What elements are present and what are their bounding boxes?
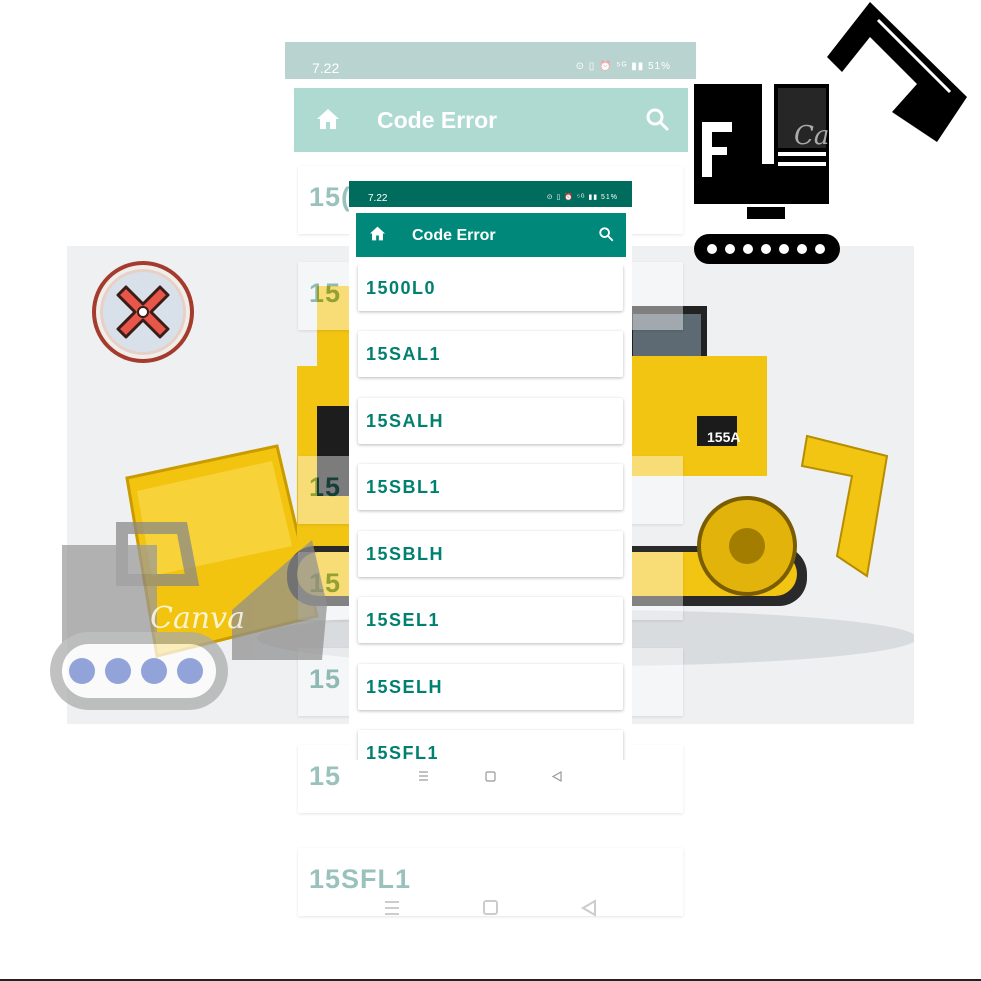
canva-watermark: Ca xyxy=(794,121,829,151)
list-item[interactable]: 15SFL1 xyxy=(358,730,623,760)
app-bar: Code Error xyxy=(356,213,626,257)
status-bar: 7.22 ⊙ ▯ ⏰ ⁵ᴳ ▮▮ 51% xyxy=(349,181,632,207)
back-icon[interactable] xyxy=(581,899,596,917)
error-code: 15SALH xyxy=(366,411,445,431)
list-item[interactable]: 15SEL1 xyxy=(358,597,623,643)
menu-icon[interactable] xyxy=(385,901,399,915)
status-time: 7.22 xyxy=(312,60,340,76)
error-code: 15 xyxy=(309,472,342,502)
bulldozer-outline-icon: Canva xyxy=(42,520,342,725)
error-code: 15SFL1 xyxy=(309,864,412,894)
error-code: 15SEL1 xyxy=(366,610,441,630)
error-code: 15( xyxy=(309,182,352,212)
canva-watermark: Canva xyxy=(150,601,245,636)
home-button-icon[interactable] xyxy=(485,771,496,782)
list-item[interactable]: 1500L0 xyxy=(358,265,623,311)
error-code: 15SAL1 xyxy=(366,344,442,364)
error-code: 15SELH xyxy=(366,677,444,697)
list-item[interactable]: 15SBLH xyxy=(358,531,623,577)
search-icon[interactable] xyxy=(646,108,670,137)
status-icons: ⊙ ▯ ⏰ ⁵ᴳ ▮▮ 51% xyxy=(575,61,671,72)
app-bar: Code Error xyxy=(294,88,688,152)
error-code: 15SBLH xyxy=(366,544,445,564)
back-icon[interactable] xyxy=(551,770,562,783)
list-item[interactable]: 15SALH xyxy=(358,398,623,444)
status-icons: ⊙ ▯ ⏰ ⁵ᴳ ▮▮ 51% xyxy=(546,194,618,201)
home-button-icon[interactable] xyxy=(483,900,498,915)
list-item[interactable]: 15SBL1 xyxy=(358,464,623,510)
svg-text:155A: 155A xyxy=(707,429,740,445)
error-code: 1500L0 xyxy=(366,278,437,298)
list-item[interactable]: 15SELH xyxy=(358,664,623,710)
error-code: 15 xyxy=(309,278,342,308)
error-code: 15 xyxy=(309,761,342,791)
navigation-bar xyxy=(285,894,696,922)
excavator-icon: Ca xyxy=(692,2,972,272)
app-title: Code Error xyxy=(377,107,498,133)
list-item[interactable]: 15SAL1 xyxy=(358,331,623,377)
status-time: 7.22 xyxy=(368,193,388,204)
error-code-list[interactable]: 1500L0 15SAL1 15SALH 15SBL1 15SBLH 15SEL… xyxy=(349,265,632,760)
error-code: 15SFL1 xyxy=(366,743,440,760)
error-code: 15SBL1 xyxy=(366,477,442,497)
status-bar: 7.22 ⊙ ▯ ⏰ ⁵ᴳ ▮▮ 51% xyxy=(285,42,696,79)
front-phone-screenshot: 7.22 ⊙ ▯ ⏰ ⁵ᴳ ▮▮ 51% Code Error 1500L0 1… xyxy=(349,181,632,809)
menu-icon[interactable] xyxy=(419,771,428,781)
error-x-icon xyxy=(90,259,196,370)
navigation-bar xyxy=(349,767,632,787)
search-icon[interactable] xyxy=(599,227,614,247)
home-icon[interactable] xyxy=(369,226,386,246)
home-icon[interactable] xyxy=(316,108,340,135)
app-title: Code Error xyxy=(412,227,496,244)
